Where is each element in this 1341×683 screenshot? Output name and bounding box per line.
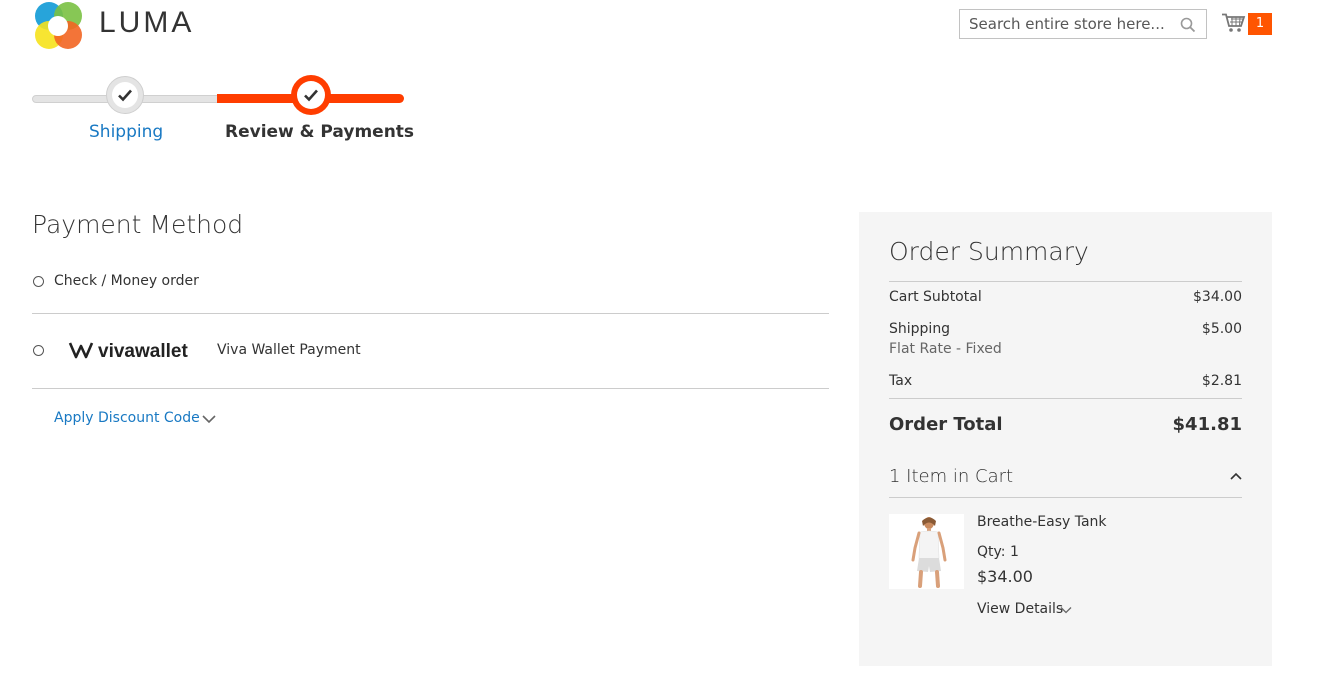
order-summary-title: Order Summary [889,237,1089,266]
step-review-label: Review & Payments [225,122,415,142]
order-total-label: Order Total [889,414,1003,435]
check-money-order-label[interactable]: Check / Money order [54,273,199,289]
radio-check-money-order[interactable] [33,276,44,287]
apply-discount-toggle[interactable]: Apply Discount Code [54,410,200,426]
viva-wallet-label[interactable]: Viva Wallet Payment [217,342,361,358]
chevron-down-icon[interactable] [1060,606,1072,614]
product-qty: Qty: 1 [977,544,1019,560]
checkmark-icon [118,89,132,102]
shipping-label: Shipping [889,321,951,337]
product-image [889,514,964,589]
payment-method-title: Payment Method [32,210,244,239]
divider [32,388,829,389]
search-box[interactable] [959,9,1207,39]
divider [32,313,829,314]
step-shipping-link[interactable]: Shipping [89,122,163,142]
cart-icon[interactable] [1222,13,1246,33]
radio-viva-wallet[interactable] [33,345,44,356]
divider [889,497,1242,498]
luma-logo-icon[interactable] [32,0,84,52]
cart-count-badge[interactable]: 1 [1248,13,1272,35]
chevron-down-icon[interactable] [202,414,216,424]
tax-label: Tax [889,373,913,389]
items-in-cart-toggle[interactable]: 1 Item in Cart [889,466,1013,487]
checkmark-icon [304,89,318,102]
shipping-value: $5.00 [1201,321,1242,337]
tax-value: $2.81 [1201,373,1242,389]
divider [889,398,1242,399]
subtotal-label: Cart Subtotal [889,289,982,305]
vivawallet-logo-text: vivawallet [98,341,188,362]
subtotal-value: $34.00 [1193,289,1242,305]
search-icon[interactable] [1180,17,1196,33]
step-shipping-marker [106,76,144,114]
product-name: Breathe-Easy Tank [977,514,1107,530]
vivawallet-logo[interactable]: vivawallet [68,338,203,364]
order-total-value: $41.81 [1172,414,1242,435]
divider [889,281,1242,282]
logo-text[interactable]: LUMA [99,6,194,40]
chevron-up-icon[interactable] [1229,471,1243,481]
view-details-toggle[interactable]: View Details [977,601,1063,617]
step-review-marker [291,75,331,115]
product-price: $34.00 [977,567,1033,586]
search-input[interactable] [969,15,1174,33]
shipping-method-label: Flat Rate - Fixed [889,341,1002,357]
